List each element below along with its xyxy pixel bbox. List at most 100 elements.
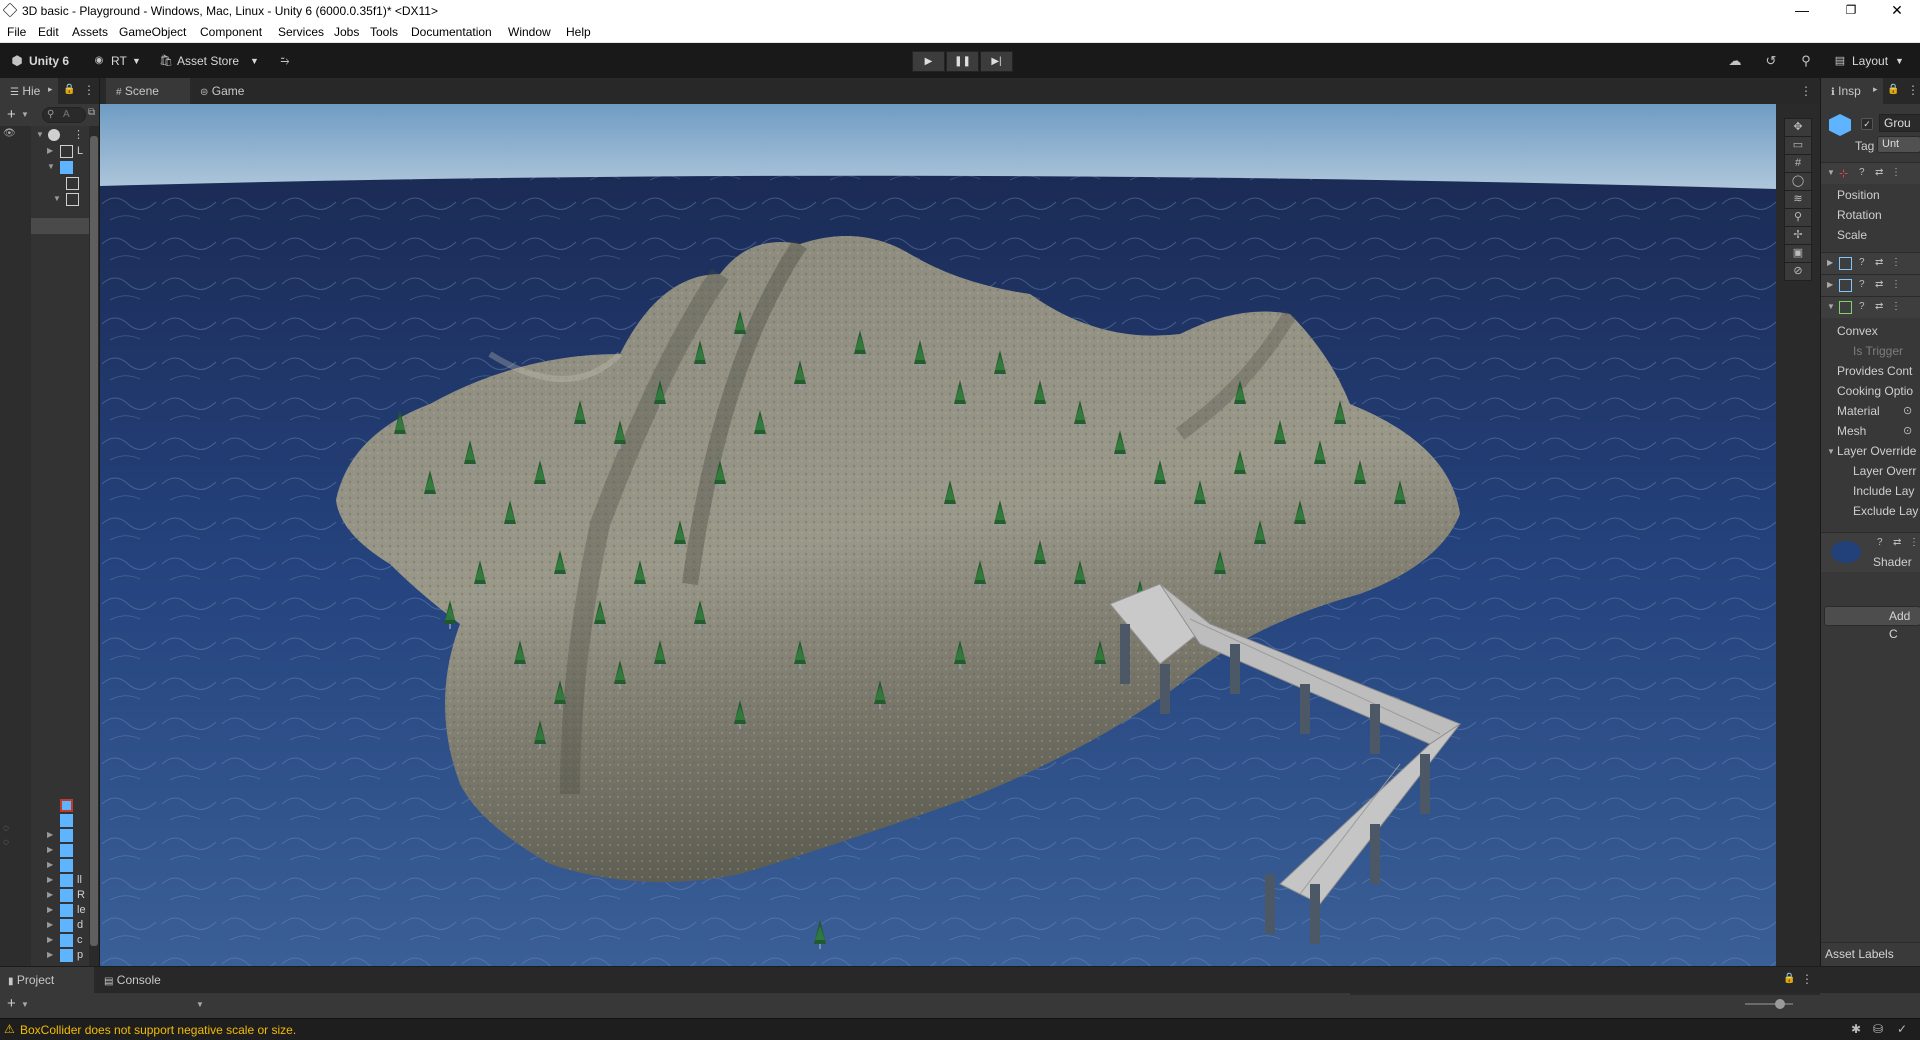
chevron-down-icon[interactable]: ▼	[21, 1000, 29, 1009]
expand-arrow-icon[interactable]: ▶	[47, 920, 55, 929]
search-input[interactable]: ⚲ A	[42, 107, 86, 123]
menu-help[interactable]: Help	[566, 25, 591, 39]
expand-arrow-icon[interactable]: ▼	[53, 194, 61, 203]
list-item[interactable]: ▶ d	[31, 918, 89, 934]
pan-icon[interactable]: ✢	[1784, 226, 1812, 245]
expand-arrow-icon[interactable]: ▶	[47, 830, 55, 839]
chevron-down-icon[interactable]: ▼	[21, 110, 29, 119]
expand-arrow-icon[interactable]: ▼	[1827, 168, 1835, 177]
kebab-menu-icon[interactable]: ⋮	[1801, 972, 1813, 986]
lock-icon[interactable]: 🔒	[1783, 973, 1795, 984]
kebab-menu-icon[interactable]: ⋮	[83, 83, 95, 97]
version-control-icon[interactable]: ⥲	[275, 51, 295, 71]
expand-arrow-icon[interactable]: ▼	[36, 130, 44, 139]
expand-icon[interactable]: ▸	[1873, 84, 1878, 95]
component-header[interactable]: ▶ ? ⇄ ⋮	[1821, 274, 1920, 296]
lock-icon[interactable]: 🔒	[1887, 84, 1899, 95]
object-picker-icon[interactable]: ⊙	[1903, 424, 1912, 437]
help-icon[interactable]: ?	[1859, 301, 1865, 312]
object-picker-icon[interactable]: ⊙	[1903, 404, 1912, 417]
scene-root-row[interactable]: ▼ ⋮	[31, 128, 89, 144]
tab-game[interactable]: ⊜ Game	[192, 78, 262, 104]
menu-services[interactable]: Services	[278, 25, 324, 39]
mesh-collider-header[interactable]: ▼ ? ⇄ ⋮	[1821, 296, 1920, 318]
menu-jobs[interactable]: Jobs	[334, 25, 359, 39]
selected-row[interactable]	[31, 218, 89, 234]
minimize-button[interactable]: —	[1779, 0, 1825, 22]
expand-icon[interactable]: ▸	[48, 84, 53, 95]
material-component[interactable]: ? ⇄ ⋮ Shader	[1821, 532, 1920, 572]
preset-icon[interactable]: ⇄	[1875, 257, 1883, 268]
kebab-menu-icon[interactable]: ⋮	[1800, 84, 1812, 98]
list-item[interactable]: ▶	[31, 858, 89, 874]
rect-tool-icon[interactable]: ▭	[1784, 136, 1812, 155]
kebab-menu-icon[interactable]: ⋮	[1909, 537, 1919, 548]
preset-icon[interactable]: ⇄	[1875, 167, 1883, 178]
layers-icon[interactable]: ≋	[1784, 190, 1812, 209]
preset-icon[interactable]: ⇄	[1875, 301, 1883, 312]
menu-file[interactable]: File	[7, 25, 26, 39]
expand-arrow-icon[interactable]: ▼	[1827, 447, 1835, 456]
check-icon[interactable]: ✓	[1897, 1022, 1907, 1036]
asset-store-button[interactable]: Asset Store	[177, 51, 239, 71]
kebab-menu-icon[interactable]: ⋮	[1891, 301, 1901, 312]
add-component-button[interactable]: Add C	[1824, 606, 1920, 641]
grid-snap-icon[interactable]: #	[1784, 154, 1812, 173]
preset-icon[interactable]: ⇄	[1893, 537, 1901, 548]
list-item[interactable]: ▶ c	[31, 933, 89, 949]
layer-overrides-foldout[interactable]: ▼ Layer Override	[1821, 444, 1920, 462]
eye-icon[interactable]: 👁	[3, 128, 16, 139]
account-button[interactable]: Unity 6	[29, 51, 69, 71]
menu-gameobject[interactable]: GameObject	[119, 25, 186, 39]
menu-window[interactable]: Window	[508, 25, 551, 39]
tab-project[interactable]: ▮ Project	[0, 967, 94, 993]
rt-dropdown[interactable]: RT	[111, 51, 127, 71]
zoom-slider[interactable]	[1745, 999, 1793, 1009]
expand-arrow-icon[interactable]: ▶	[1827, 258, 1833, 267]
maximize-button[interactable]: ❐	[1828, 0, 1874, 22]
scene-visibility-icon[interactable]: ⧉	[88, 107, 95, 118]
menu-documentation[interactable]: Documentation	[411, 25, 492, 39]
add-icon[interactable]: +	[7, 995, 16, 1012]
list-item[interactable]: ▶ L	[31, 144, 89, 160]
cloud-icon[interactable]: ☁	[1725, 51, 1745, 71]
tab-scene[interactable]: # Scene	[106, 78, 190, 104]
hierarchy-scrollbar[interactable]	[89, 126, 99, 966]
scene-render[interactable]	[100, 104, 1776, 966]
kebab-menu-icon[interactable]: ⋮	[1907, 83, 1919, 97]
tag-dropdown[interactable]: Unt	[1877, 136, 1920, 153]
expand-arrow-icon[interactable]: ▶	[47, 845, 55, 854]
layout-dropdown[interactable]: Layout	[1852, 51, 1888, 71]
help-icon[interactable]: ?	[1859, 279, 1865, 290]
menu-assets[interactable]: Assets	[72, 25, 108, 39]
add-icon[interactable]: +	[7, 106, 16, 123]
camera-icon[interactable]: ▣	[1784, 244, 1812, 263]
search-icon[interactable]: ⚲	[1796, 51, 1816, 71]
expand-arrow-icon[interactable]: ▼	[1827, 302, 1835, 311]
list-item[interactable]: ▶	[31, 843, 89, 859]
kebab-menu-icon[interactable]: ⋮	[1891, 167, 1901, 178]
list-item[interactable]: ▶ ll	[31, 873, 89, 889]
expand-arrow-icon[interactable]: ▼	[47, 162, 55, 171]
close-button[interactable]: ✕	[1874, 0, 1920, 22]
kebab-menu-icon[interactable]: ⋮	[1891, 257, 1901, 268]
active-checkbox[interactable]: ✓	[1861, 118, 1873, 130]
expand-arrow-icon[interactable]: ▶	[47, 890, 55, 899]
scene-viewport[interactable]	[100, 104, 1776, 966]
help-icon[interactable]: ?	[1877, 537, 1883, 548]
lock-icon[interactable]: 🔒	[63, 84, 75, 95]
list-item[interactable]	[31, 798, 89, 814]
asset-labels-header[interactable]: Asset Labels	[1821, 942, 1920, 966]
list-item[interactable]: ▶	[31, 828, 89, 844]
pause-button[interactable]: ❚❚	[946, 51, 979, 72]
menu-edit[interactable]: Edit	[38, 25, 59, 39]
expand-arrow-icon[interactable]: ▶	[47, 875, 55, 884]
move-tool-icon[interactable]: ✥	[1784, 118, 1812, 137]
menu-tools[interactable]: Tools	[370, 25, 398, 39]
hidden-eye-icon[interactable]: ◌	[3, 837, 9, 848]
menu-component[interactable]: Component	[200, 25, 262, 39]
list-item[interactable]: ▶ le	[31, 903, 89, 919]
step-button[interactable]: ▶|	[980, 51, 1013, 72]
hidden-eye-icon[interactable]: ◌	[3, 823, 9, 834]
slider-thumb[interactable]	[1775, 999, 1785, 1009]
